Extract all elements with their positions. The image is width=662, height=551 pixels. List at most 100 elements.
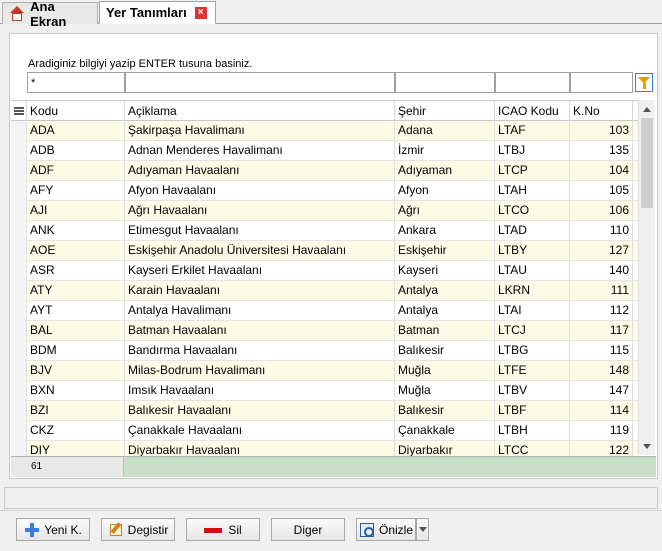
row-indicator[interactable] xyxy=(11,421,27,441)
table-row[interactable]: ADB Adnan Menderes Havalimanı İzmir LTBJ 135 xyxy=(11,141,639,161)
cell-sehir[interactable]: Muğla xyxy=(395,361,495,381)
table-row[interactable]: CKZ Çanakkale Havaalanı Çanakkale LTBH 119 xyxy=(11,421,639,441)
delete-button[interactable]: Sil xyxy=(186,518,260,541)
cell-kno[interactable]: 106 xyxy=(570,201,633,221)
cell-kno[interactable]: 103 xyxy=(570,121,633,141)
header-sehir[interactable]: Şehir xyxy=(395,101,495,121)
cell-kodu[interactable]: BDM xyxy=(27,341,125,361)
row-indicator[interactable] xyxy=(11,141,27,161)
table-row[interactable]: AOE Eskişehir Anadolu Üniversitesi Havaal… xyxy=(11,241,639,261)
header-icao[interactable]: ICAO Kodu xyxy=(495,101,570,121)
cell-sehir[interactable]: Muğla xyxy=(395,381,495,401)
table-row[interactable]: AJI Ağrı Havaalanı Ağrı LTCO 106 xyxy=(11,201,639,221)
cell-kodu[interactable]: BXN xyxy=(27,381,125,401)
header-kno[interactable]: K.No xyxy=(570,101,633,121)
row-indicator[interactable] xyxy=(11,201,27,221)
table-row[interactable]: BZI Balıkesir Havaalanı Balıkesir LTBF 114 xyxy=(11,401,639,421)
table-row[interactable]: AFY Afyon Havaalanı Afyon LTAH 105 xyxy=(11,181,639,201)
cell-aciklama[interactable]: Bandırma Havaalanı xyxy=(125,341,395,361)
cell-sehir[interactable]: Afyon xyxy=(395,181,495,201)
cell-kodu[interactable]: ADA xyxy=(27,121,125,141)
cell-sehir[interactable]: Çanakkale xyxy=(395,421,495,441)
filter-sehir-input[interactable] xyxy=(395,72,495,93)
table-row[interactable]: DIY Diyarbakır Havaalanı Diyarbakır LTCC 122 xyxy=(11,441,639,457)
cell-kno[interactable]: 110 xyxy=(570,221,633,241)
cell-sehir[interactable]: Kayseri xyxy=(395,261,495,281)
cell-kodu[interactable]: ANK xyxy=(27,221,125,241)
cell-sehir[interactable]: Antalya xyxy=(395,301,495,321)
table-row[interactable]: ATY Karain Havaalanı Antalya LKRN 111 xyxy=(11,281,639,301)
cell-sehir[interactable]: Adıyaman xyxy=(395,161,495,181)
cell-aciklama[interactable]: Imsık Havaalanı xyxy=(125,381,395,401)
cell-kno[interactable]: 111 xyxy=(570,281,633,301)
cell-aciklama[interactable]: Batman Havaalanı xyxy=(125,321,395,341)
cell-kodu[interactable]: CKZ xyxy=(27,421,125,441)
cell-icao[interactable]: LTAH xyxy=(495,181,570,201)
cell-icao[interactable]: LTAI xyxy=(495,301,570,321)
cell-icao[interactable]: LTCP xyxy=(495,161,570,181)
filter-kodu-input[interactable] xyxy=(27,72,125,93)
scrollbar-thumb[interactable] xyxy=(641,118,653,208)
cell-kno[interactable]: 114 xyxy=(570,401,633,421)
cell-aciklama[interactable]: Milas-Bodrum Havalimanı xyxy=(125,361,395,381)
scroll-up-icon[interactable] xyxy=(639,102,655,116)
cell-sehir[interactable]: Antalya xyxy=(395,281,495,301)
row-indicator[interactable] xyxy=(11,181,27,201)
cell-icao[interactable]: LTBG xyxy=(495,341,570,361)
cell-icao[interactable]: LTAF xyxy=(495,121,570,141)
filter-icon[interactable] xyxy=(635,73,653,92)
column-chooser-icon[interactable] xyxy=(11,101,27,121)
filter-icao-input[interactable] xyxy=(495,72,570,93)
vertical-scrollbar[interactable] xyxy=(638,100,655,455)
table-row[interactable]: BAL Batman Havaalanı Batman LTCJ 117 xyxy=(11,321,639,341)
cell-icao[interactable]: LTCJ xyxy=(495,321,570,341)
row-indicator[interactable] xyxy=(11,361,27,381)
new-record-button[interactable]: Yeni K. xyxy=(16,518,90,541)
table-row[interactable]: ANK Etimesgut Havaalanı Ankara LTAD 110 xyxy=(11,221,639,241)
cell-kodu[interactable]: DIY xyxy=(27,441,125,457)
row-indicator[interactable] xyxy=(11,221,27,241)
cell-icao[interactable]: LKRN xyxy=(495,281,570,301)
cell-icao[interactable]: LTBF xyxy=(495,401,570,421)
cell-icao[interactable]: LTBH xyxy=(495,421,570,441)
row-indicator[interactable] xyxy=(11,161,27,181)
edit-button[interactable]: Degistir xyxy=(101,518,175,541)
row-indicator[interactable] xyxy=(11,281,27,301)
cell-kno[interactable]: 119 xyxy=(570,421,633,441)
cell-sehir[interactable]: İzmir xyxy=(395,141,495,161)
table-row[interactable]: BDM Bandırma Havaalanı Balıkesir LTBG 115 xyxy=(11,341,639,361)
other-button[interactable]: Diger xyxy=(271,518,345,541)
cell-sehir[interactable]: Diyarbakır xyxy=(395,441,495,457)
cell-kno[interactable]: 117 xyxy=(570,321,633,341)
cell-kno[interactable]: 140 xyxy=(570,261,633,281)
cell-kodu[interactable]: BJV xyxy=(27,361,125,381)
row-indicator[interactable] xyxy=(11,301,27,321)
cell-sehir[interactable]: Balıkesir xyxy=(395,401,495,421)
row-indicator[interactable] xyxy=(11,341,27,361)
cell-sehir[interactable]: Batman xyxy=(395,321,495,341)
preview-dropdown[interactable] xyxy=(416,518,429,541)
cell-kno[interactable]: 112 xyxy=(570,301,633,321)
cell-aciklama[interactable]: Karain Havaalanı xyxy=(125,281,395,301)
row-indicator[interactable] xyxy=(11,261,27,281)
cell-icao[interactable]: LTFE xyxy=(495,361,570,381)
cell-icao[interactable]: LTBV xyxy=(495,381,570,401)
cell-kno[interactable]: 105 xyxy=(570,181,633,201)
cell-aciklama[interactable]: Adıyaman Havaalanı xyxy=(125,161,395,181)
cell-aciklama[interactable]: Etimesgut Havaalanı xyxy=(125,221,395,241)
cell-icao[interactable]: LTAU xyxy=(495,261,570,281)
header-kodu[interactable]: Kodu xyxy=(27,101,125,121)
cell-sehir[interactable]: Ağrı xyxy=(395,201,495,221)
close-icon[interactable]: × xyxy=(194,6,207,19)
preview-button[interactable]: Önizle xyxy=(356,518,416,541)
table-row[interactable]: BJV Milas-Bodrum Havalimanı Muğla LTFE 148 xyxy=(11,361,639,381)
tab-ana-ekran[interactable]: Ana Ekran xyxy=(2,0,98,29)
tab-yer-tanimlari[interactable]: Yer Tanımları × xyxy=(99,1,216,24)
cell-aciklama[interactable]: Afyon Havaalanı xyxy=(125,181,395,201)
row-indicator[interactable] xyxy=(11,241,27,261)
table-row[interactable]: AYT Antalya Havalimanı Antalya LTAI 112 xyxy=(11,301,639,321)
cell-aciklama[interactable]: Çanakkale Havaalanı xyxy=(125,421,395,441)
cell-icao[interactable]: LTAD xyxy=(495,221,570,241)
header-aciklama[interactable]: Açiklama xyxy=(125,101,395,121)
filter-aciklama-input[interactable] xyxy=(125,72,395,93)
